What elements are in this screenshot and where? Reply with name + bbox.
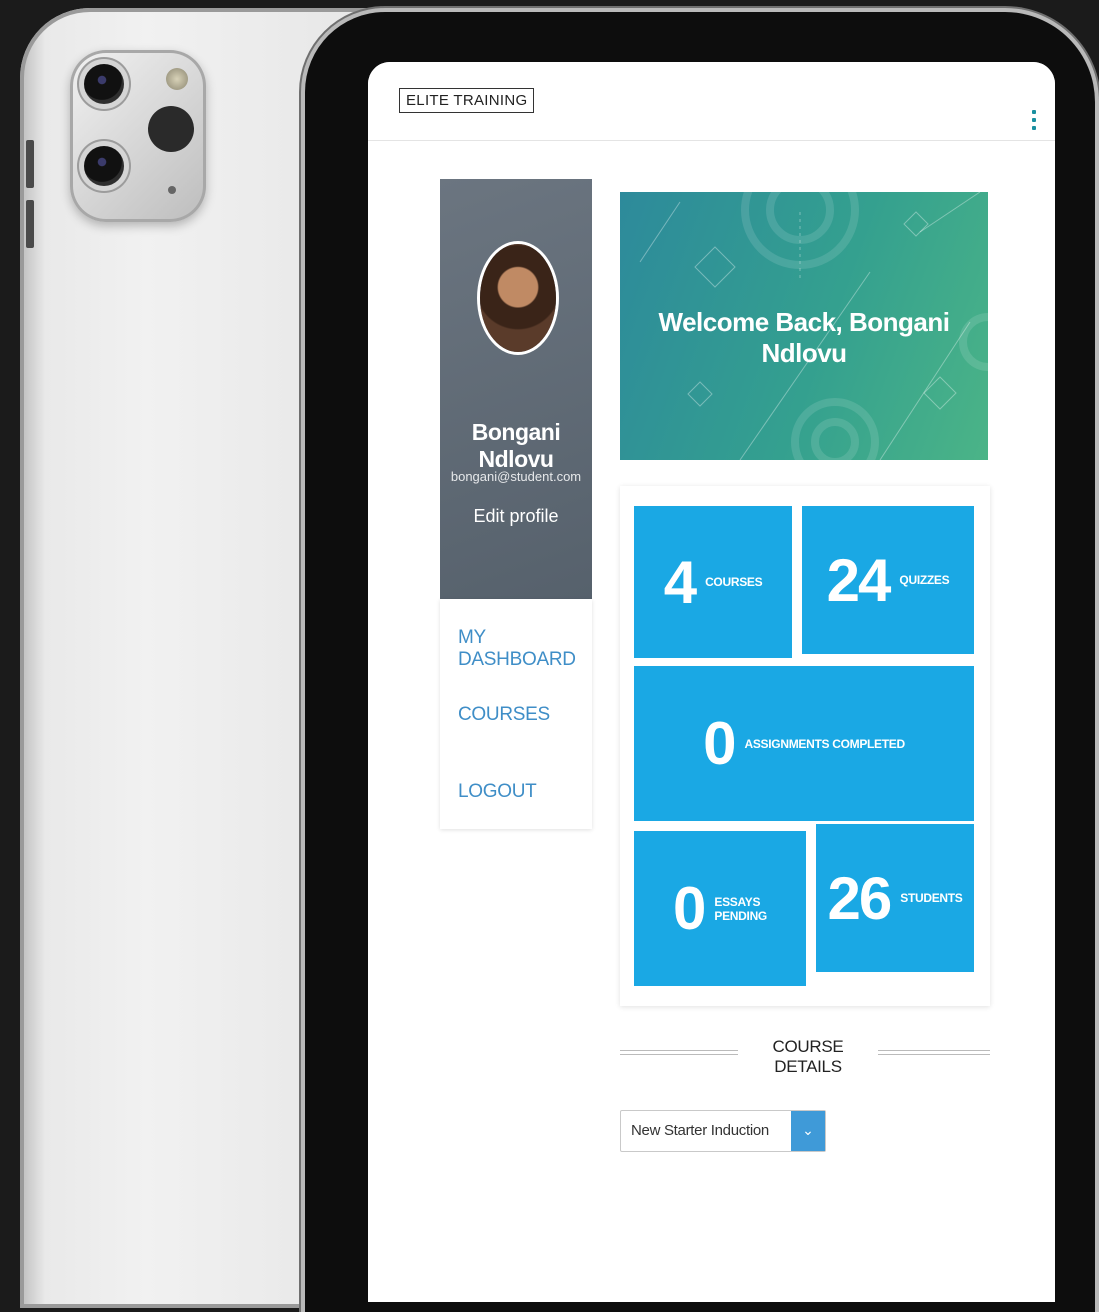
stat-value: 26 xyxy=(827,864,892,932)
lidar-sensor-icon xyxy=(148,106,194,152)
stat-value: 0 xyxy=(673,875,706,942)
stat-label-line1: ESSAYS xyxy=(714,894,761,909)
camera-module xyxy=(70,50,206,222)
stat-tile-students[interactable]: 26 STUDENTS xyxy=(816,824,974,972)
course-select-value: New Starter Induction xyxy=(631,1122,769,1139)
app-logo[interactable]: ELITE TRAINING xyxy=(399,88,535,113)
edit-profile-link[interactable]: Edit profile xyxy=(440,506,592,527)
stat-label: STUDENTS xyxy=(900,891,963,905)
flash-icon xyxy=(166,68,188,90)
app-screen: ELITE TRAINING Bongani Ndlovu bongani@st… xyxy=(368,62,1055,1302)
course-details-heading: COURSE DETAILS xyxy=(620,1037,990,1076)
camera-lens-icon xyxy=(84,64,124,104)
kebab-menu-icon[interactable] xyxy=(1031,110,1037,134)
sidebar-item-courses[interactable]: COURSES xyxy=(458,704,550,726)
profile-email: bongani@student.com xyxy=(450,469,582,484)
section-title: COURSE DETAILS xyxy=(772,1037,844,1076)
profile-name: Bongani Ndlovu xyxy=(471,419,561,472)
stat-value: 0 xyxy=(703,710,736,777)
sidebar-nav: MY DASHBOARD COURSES LOGOUT xyxy=(440,599,592,829)
stat-label-line2: PENDING xyxy=(714,908,767,923)
divider xyxy=(878,1050,990,1055)
microphone-icon xyxy=(168,186,176,194)
chevron-down-icon[interactable]: ⌄ xyxy=(791,1111,825,1151)
stat-label: COURSES xyxy=(705,575,763,589)
stat-value: 4 xyxy=(663,548,697,616)
top-bar: ELITE TRAINING xyxy=(368,62,1055,141)
volume-down-button xyxy=(26,200,34,248)
stat-tile-quizzes[interactable]: 24 QUIZZES xyxy=(802,506,974,654)
stat-value: 24 xyxy=(826,546,892,614)
avatar xyxy=(480,244,556,352)
stat-label: ASSIGNMENTS COMPLETED xyxy=(744,736,905,751)
sidebar-item-my-dashboard[interactable]: MY DASHBOARD xyxy=(458,627,592,671)
camera-lens-icon xyxy=(84,146,124,186)
stat-label: ESSAYS PENDING xyxy=(714,895,767,923)
course-select[interactable]: New Starter Induction ⌄ xyxy=(620,1110,826,1152)
stat-tile-assignments[interactable]: 0 ASSIGNMENTS COMPLETED xyxy=(634,666,974,821)
welcome-banner: Welcome Back, Bongani Ndlovu xyxy=(620,192,988,460)
welcome-heading: Welcome Back, Bongani Ndlovu xyxy=(658,307,951,368)
stat-tile-essays[interactable]: 0 ESSAYS PENDING xyxy=(634,831,806,986)
volume-up-button xyxy=(26,140,34,188)
divider xyxy=(620,1050,738,1055)
stats-panel: 4 COURSES 24 QUIZZES 0 ASSIGNMENTS COMPL… xyxy=(620,486,990,1006)
stat-label: QUIZZES xyxy=(899,573,950,587)
stat-tile-courses[interactable]: 4 COURSES xyxy=(634,506,792,658)
sidebar-item-logout[interactable]: LOGOUT xyxy=(458,781,537,803)
profile-card: Bongani Ndlovu bongani@student.com Edit … xyxy=(440,179,592,599)
